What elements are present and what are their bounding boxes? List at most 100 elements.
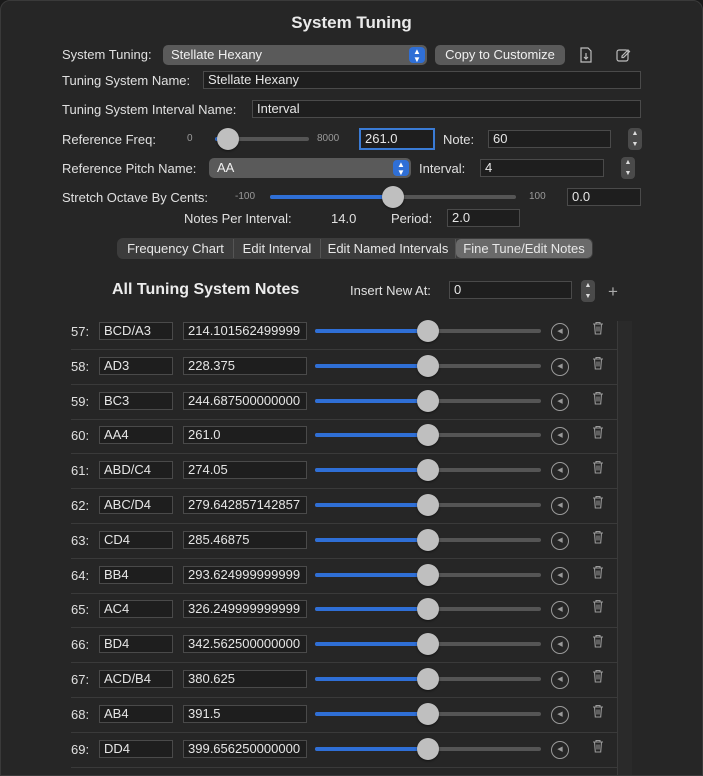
document-export-icon[interactable] [577, 47, 595, 65]
note-fine-tune-slider[interactable] [315, 598, 541, 621]
interval-field[interactable]: 4 [480, 159, 604, 177]
note-frequency-field[interactable]: 399.656250000000 [183, 739, 307, 758]
slider-thumb[interactable] [417, 320, 439, 342]
note-frequency-field[interactable]: 285.46875 [183, 530, 307, 549]
slider-thumb[interactable] [417, 598, 439, 621]
note-stepper[interactable]: ▲ ▼ [628, 128, 642, 150]
play-note-icon[interactable]: ◀ [551, 323, 569, 341]
reference-freq-field[interactable]: 261.0 [359, 128, 435, 150]
trash-icon[interactable] [589, 669, 607, 689]
note-name-field[interactable]: ABC/D4 [99, 496, 173, 514]
note-fine-tune-slider[interactable] [315, 389, 541, 412]
trash-icon[interactable] [589, 391, 607, 411]
insert-new-at-field[interactable]: 0 [449, 281, 572, 299]
note-frequency-field[interactable]: 326.249999999999 [183, 600, 307, 619]
slider-thumb[interactable] [417, 563, 439, 586]
slider-thumb[interactable] [417, 459, 439, 482]
play-note-icon[interactable]: ◀ [551, 497, 569, 515]
play-note-icon[interactable]: ◀ [551, 392, 569, 411]
note-frequency-field[interactable]: 261.0 [183, 426, 307, 445]
note-name-field[interactable]: BD4 [99, 635, 173, 654]
note-fine-tune-slider[interactable] [315, 494, 541, 516]
slider-thumb[interactable] [417, 702, 439, 725]
note-frequency-field[interactable]: 342.562500000000 [183, 635, 307, 654]
slider-thumb[interactable] [417, 633, 439, 656]
note-fine-tune-slider[interactable] [315, 320, 541, 342]
slider-thumb[interactable] [217, 128, 240, 150]
note-field[interactable]: 60 [488, 130, 611, 148]
trash-icon[interactable] [589, 599, 607, 619]
trash-icon[interactable] [589, 460, 607, 480]
play-note-icon[interactable]: ◀ [551, 740, 569, 759]
note-frequency-field[interactable]: 244.687500000000 [183, 391, 307, 410]
slider-thumb[interactable] [417, 389, 439, 412]
trash-icon[interactable] [589, 321, 607, 341]
note-name-field[interactable]: AB4 [99, 704, 173, 723]
slider-thumb[interactable] [417, 528, 439, 551]
interval-stepper[interactable]: ▲ ▼ [621, 157, 635, 179]
note-fine-tune-slider[interactable] [315, 528, 541, 551]
trash-icon[interactable] [589, 425, 607, 445]
note-name-field[interactable]: CD4 [99, 530, 173, 549]
note-frequency-field[interactable]: 293.624999999999 [183, 565, 307, 584]
period-field[interactable]: 2.0 [447, 209, 520, 227]
note-name-field[interactable]: ABD/C4 [99, 461, 173, 480]
note-frequency-field[interactable]: 391.5 [183, 704, 307, 723]
note-name-field[interactable]: DD4 [99, 739, 173, 758]
play-note-icon[interactable]: ◀ [551, 357, 569, 376]
reference-pitch-popup[interactable]: AA ▲ ▼ [209, 158, 411, 178]
note-name-field[interactable]: AA4 [99, 426, 173, 445]
note-name-field[interactable]: BC3 [99, 391, 173, 410]
note-fine-tune-slider[interactable] [315, 633, 541, 656]
slider-thumb[interactable] [417, 494, 439, 516]
play-note-icon[interactable]: ◀ [551, 601, 569, 620]
note-fine-tune-slider[interactable] [315, 424, 541, 447]
copy-to-customize-button[interactable]: Copy to Customize [435, 45, 565, 65]
note-name-field[interactable]: AD3 [99, 356, 173, 375]
trash-icon[interactable] [589, 704, 607, 724]
tab-fine-tune-edit-notes[interactable]: Fine Tune/Edit Notes [456, 239, 592, 258]
note-name-field[interactable]: ACD/B4 [99, 670, 173, 688]
play-note-icon[interactable]: ◀ [551, 427, 569, 446]
reference-freq-slider[interactable] [215, 128, 309, 150]
play-note-icon[interactable]: ◀ [551, 531, 569, 550]
note-frequency-field[interactable]: 214.101562499999 [183, 322, 307, 340]
slider-thumb[interactable] [417, 424, 439, 447]
note-fine-tune-slider[interactable] [315, 737, 541, 760]
play-note-icon[interactable]: ◀ [551, 462, 569, 481]
stretch-field[interactable]: 0.0 [567, 188, 641, 206]
tab-frequency-chart[interactable]: Frequency Chart [118, 239, 234, 258]
slider-thumb[interactable] [417, 737, 439, 760]
tab-edit-interval[interactable]: Edit Interval [234, 239, 321, 258]
trash-icon[interactable] [589, 356, 607, 376]
note-frequency-field[interactable]: 228.375 [183, 356, 307, 375]
note-name-field[interactable]: BB4 [99, 565, 173, 584]
note-frequency-field[interactable]: 279.642857142857 [183, 496, 307, 514]
note-frequency-field[interactable]: 274.05 [183, 461, 307, 480]
tuning-name-field[interactable]: Stellate Hexany [203, 71, 641, 89]
trash-icon[interactable] [589, 495, 607, 515]
note-frequency-field[interactable]: 380.625 [183, 670, 307, 688]
note-fine-tune-slider[interactable] [315, 702, 541, 725]
slider-thumb[interactable] [417, 668, 439, 690]
play-note-icon[interactable]: ◀ [551, 705, 569, 724]
plus-icon[interactable]: + [604, 283, 622, 301]
play-note-icon[interactable]: ◀ [551, 566, 569, 585]
trash-icon[interactable] [589, 739, 607, 759]
notes-scrollbar[interactable] [617, 321, 632, 775]
note-fine-tune-slider[interactable] [315, 354, 541, 377]
square-pencil-icon[interactable] [614, 47, 632, 65]
slider-thumb[interactable] [417, 354, 439, 377]
slider-thumb[interactable] [382, 186, 404, 208]
stretch-slider[interactable] [270, 186, 516, 208]
interval-name-field[interactable]: Interval [252, 100, 641, 118]
note-name-field[interactable]: AC4 [99, 600, 173, 619]
tab-edit-named-intervals[interactable]: Edit Named Intervals [321, 239, 456, 258]
play-note-icon[interactable]: ◀ [551, 671, 569, 689]
note-fine-tune-slider[interactable] [315, 459, 541, 482]
play-note-icon[interactable]: ◀ [551, 636, 569, 655]
note-fine-tune-slider[interactable] [315, 563, 541, 586]
note-name-field[interactable]: BCD/A3 [99, 322, 173, 340]
insert-stepper[interactable]: ▲ ▼ [581, 280, 595, 302]
system-tuning-popup[interactable]: Stellate Hexany ▲ ▼ [163, 45, 427, 65]
